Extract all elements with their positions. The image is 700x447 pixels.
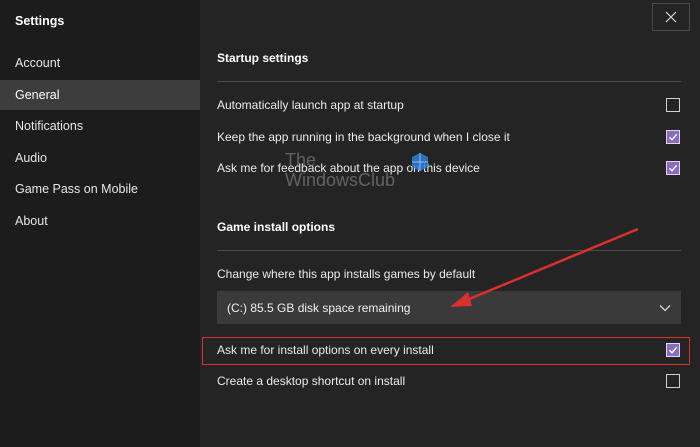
sidebar-item-notifications[interactable]: Notifications <box>0 111 200 141</box>
ask-install-options-checkbox[interactable] <box>666 343 680 357</box>
sidebar-item-about[interactable]: About <box>0 206 200 236</box>
checkmark-icon <box>669 164 678 172</box>
install-location-label: Change where this app installs games by … <box>217 267 476 281</box>
ask-feedback-checkbox[interactable] <box>666 161 680 175</box>
sidebar-item-general[interactable]: General <box>0 80 200 110</box>
setting-row-launch-at-startup: Automatically launch app at startup <box>217 95 681 115</box>
setting-row-ask-install-options: Ask me for install options on every inst… <box>217 340 681 360</box>
desktop-shortcut-checkbox[interactable] <box>666 374 680 388</box>
chevron-down-icon <box>659 304 671 311</box>
install-divider <box>217 250 681 251</box>
setting-label: Create a desktop shortcut on install <box>217 374 406 388</box>
sidebar: Settings Account General Notifications A… <box>0 0 200 447</box>
checkmark-icon <box>669 133 678 141</box>
sidebar-title: Settings <box>15 14 65 28</box>
checkmark-icon <box>669 346 678 354</box>
setting-row-desktop-shortcut: Create a desktop shortcut on install <box>217 371 681 391</box>
startup-divider <box>217 81 681 82</box>
install-location-dropdown[interactable]: (C:) 85.5 GB disk space remaining <box>217 291 681 324</box>
setting-label: Automatically launch app at startup <box>217 98 404 112</box>
launch-at-startup-checkbox[interactable] <box>666 98 680 112</box>
startup-settings-title: Startup settings <box>217 51 309 65</box>
setting-row-run-in-background: Keep the app running in the background w… <box>217 127 681 147</box>
setting-label: Ask me for install options on every inst… <box>217 343 434 357</box>
setting-row-ask-feedback: Ask me for feedback about the app on thi… <box>217 158 681 178</box>
install-location-value: (C:) 85.5 GB disk space remaining <box>227 300 411 315</box>
sidebar-item-account[interactable]: Account <box>0 48 200 78</box>
settings-panel: Startup settings Automatically launch ap… <box>200 0 700 447</box>
game-install-options-title: Game install options <box>217 220 336 234</box>
install-location-row: Change where this app installs games by … <box>217 264 681 284</box>
setting-label: Ask me for feedback about the app on thi… <box>217 161 480 175</box>
sidebar-item-game-pass-on-mobile[interactable]: Game Pass on Mobile <box>0 174 200 204</box>
close-icon <box>665 11 677 23</box>
sidebar-item-audio[interactable]: Audio <box>0 143 200 173</box>
close-button[interactable] <box>652 3 690 31</box>
setting-label: Keep the app running in the background w… <box>217 130 510 144</box>
run-in-background-checkbox[interactable] <box>666 130 680 144</box>
